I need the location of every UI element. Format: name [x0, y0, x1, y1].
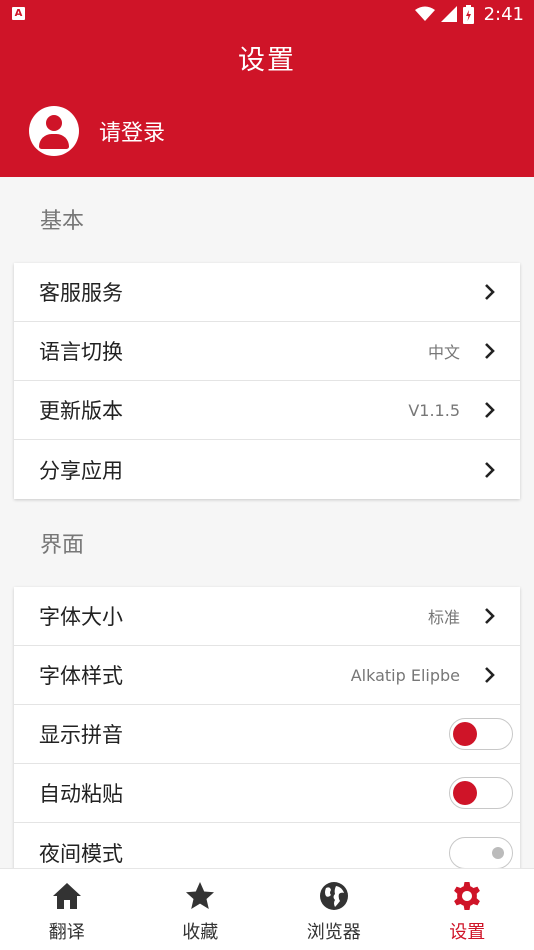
row-customer-service[interactable]: 客服服务 [14, 263, 520, 322]
basic-settings-card: 客服服务 语言切换 中文 更新版本 V1.1.5 分享应用 [14, 263, 520, 499]
row-value: 中文 [427, 343, 460, 362]
page-title: 设置 [238, 45, 296, 76]
chevron-right-icon [485, 667, 495, 683]
row-font-style[interactable]: 字体样式 Alkatip Elipbe [14, 646, 520, 705]
row-value: 标准 [427, 608, 460, 627]
login-label[interactable]: 请登录 [99, 115, 165, 147]
row-label: 分享应用 [39, 458, 123, 483]
star-icon [186, 882, 215, 909]
app-header: A 2:41 设置 请登录 [0, 0, 534, 177]
chevron-right-icon [485, 608, 495, 624]
gear-icon [454, 882, 481, 910]
row-update-version[interactable]: 更新版本 V1.1.5 [14, 381, 520, 440]
status-icons: 2:41 [414, 2, 524, 26]
row-label: 客服服务 [39, 281, 123, 305]
chevron-right-icon [485, 402, 495, 418]
interface-settings-card: 字体大小 标准 字体样式 Alkatip Elipbe 显示拼音 自动粘贴 夜间… [14, 587, 520, 882]
row-language[interactable]: 语言切换 中文 [14, 322, 520, 381]
battery-icon [462, 4, 474, 24]
nav-label: 收藏 [182, 922, 219, 943]
home-icon [52, 883, 81, 909]
chevron-right-icon [485, 284, 495, 300]
wifi-icon [414, 6, 435, 21]
signal-icon [440, 6, 457, 22]
nav-browser[interactable]: 浏览器 [267, 869, 401, 950]
chevron-right-icon [485, 343, 495, 359]
nav-label: 设置 [449, 922, 486, 943]
row-auto-paste: 自动粘贴 [14, 764, 520, 823]
nav-favorites[interactable]: 收藏 [134, 869, 268, 950]
row-show-pinyin: 显示拼音 [14, 705, 520, 764]
status-bar: A 2:41 [0, 0, 534, 28]
row-font-size[interactable]: 字体大小 标准 [14, 587, 520, 646]
login-row[interactable]: 请登录 [29, 105, 165, 157]
status-time: 2:41 [483, 3, 524, 25]
show-pinyin-toggle[interactable] [449, 718, 513, 750]
nav-label: 浏览器 [306, 922, 361, 943]
bottom-navigation: 翻译 收藏 浏览器 设置 [0, 868, 534, 950]
row-label: 字体样式 [39, 664, 123, 688]
globe-icon [319, 882, 348, 910]
avatar-icon[interactable] [29, 106, 79, 156]
row-label: 更新版本 [39, 399, 123, 423]
night-mode-toggle[interactable] [449, 836, 513, 869]
row-label: 字体大小 [39, 605, 123, 629]
auto-paste-toggle[interactable] [449, 777, 513, 809]
nav-translate[interactable]: 翻译 [0, 869, 134, 950]
chevron-right-icon [485, 461, 495, 478]
row-label: 夜间模式 [39, 841, 123, 866]
section-title-interface: 界面 [40, 533, 85, 558]
row-share-app[interactable]: 分享应用 [14, 440, 520, 499]
nav-label: 翻译 [48, 922, 85, 943]
row-label: 显示拼音 [39, 723, 123, 747]
section-title-basic: 基本 [40, 209, 85, 234]
row-label: 语言切换 [39, 340, 123, 364]
row-label: 自动粘贴 [39, 782, 123, 806]
nav-settings[interactable]: 设置 [401, 869, 534, 950]
app-notification-icon: A [12, 7, 25, 20]
row-value: V1.1.5 [408, 400, 460, 420]
row-value: Alkatip Elipbe [350, 665, 460, 685]
